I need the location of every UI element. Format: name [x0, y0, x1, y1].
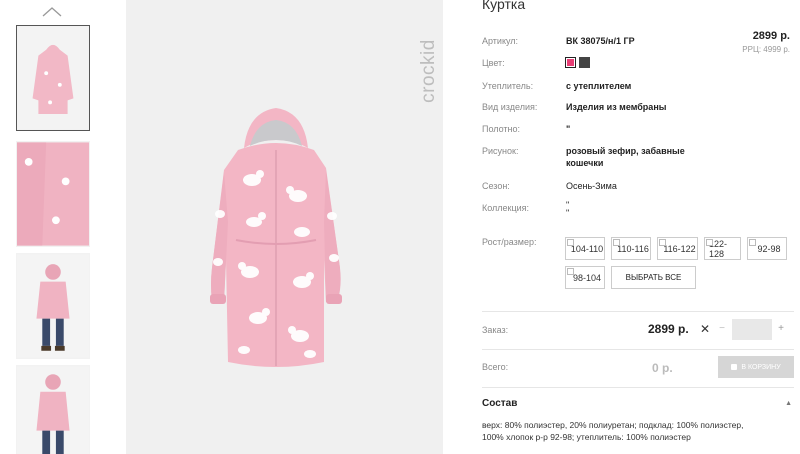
type-label: Вид изделия:	[482, 102, 538, 112]
color-label: Цвет:	[482, 58, 505, 68]
pattern-label: Рисунок:	[482, 146, 519, 156]
pattern-value-line-1: розовый зефир, забавные	[566, 146, 685, 156]
pattern-value-line-2: кошечки	[566, 158, 604, 168]
total-value: 0 р.	[652, 361, 673, 375]
composition-title[interactable]: Состав	[482, 398, 517, 409]
thumbnail-model-front[interactable]	[16, 253, 90, 359]
thumbnail-front[interactable]	[16, 25, 90, 131]
thumbnail-model-back[interactable]	[16, 365, 90, 454]
size-option-110-116[interactable]: 110-116	[611, 237, 651, 260]
season-label: Сезон:	[482, 181, 510, 191]
add-to-cart-label: В КОРЗИНУ	[741, 363, 781, 371]
jacket-front-thumbnail-image	[17, 26, 89, 130]
composition-line-2: 100% хлопок р-р 92-98; утеплитель: 100% …	[482, 432, 691, 442]
brand-logo: crockid	[418, 39, 439, 103]
jacket-detail-thumbnail-image	[17, 142, 89, 246]
size-option-104-110[interactable]: 104-110	[565, 237, 605, 260]
divider	[482, 387, 794, 388]
order-label: Заказ:	[482, 325, 509, 335]
product-page: crockid Куртка Артикул: ВК 38075/н/1 ГР …	[0, 0, 800, 454]
season-value: Осень-Зима	[566, 181, 617, 191]
size-option-122-128[interactable]: 122-128	[704, 237, 741, 260]
quantity-decrease-button[interactable]: −	[717, 323, 727, 334]
add-to-cart-button[interactable]: В КОРЗИНУ	[718, 356, 794, 378]
order-price: 2899 р.	[648, 322, 689, 336]
fabric-label: Полотно:	[482, 124, 521, 134]
quantity-increase-button[interactable]: +	[776, 323, 786, 334]
product-price: 2899 р.	[752, 30, 790, 42]
model-front-thumbnail-image	[17, 254, 89, 358]
rrc-price: РРЦ: 4999 р.	[742, 45, 790, 54]
pink-jacket-image	[126, 0, 443, 454]
size-option-92-98[interactable]: 92-98	[747, 237, 787, 260]
times-icon: ✕	[700, 322, 711, 336]
collapse-arrow-icon[interactable]: ▲	[785, 400, 792, 407]
article-value: ВК 38075/н/1 ГР	[566, 36, 635, 46]
insulation-value: с утеплителем	[566, 81, 632, 91]
article-label: Артикул:	[482, 36, 519, 46]
quantity-input[interactable]	[732, 319, 772, 340]
type-value: Изделия из мембраны	[566, 102, 667, 112]
size-label: Рост/размер:	[482, 237, 537, 247]
thumbnail-strip	[14, 0, 92, 454]
composition-text: верх: 80% полиэстер, 20% полиуретан; под…	[482, 419, 794, 443]
size-option-98-104[interactable]: 98-104	[565, 266, 605, 289]
collection-value-line-2: "	[566, 208, 570, 218]
collection-label: Коллекция:	[482, 203, 530, 213]
product-info-panel: Куртка Артикул: ВК 38075/н/1 ГР 2899 р. …	[482, 0, 794, 454]
model-back-thumbnail-image	[17, 366, 89, 454]
insulation-label: Утеплитель:	[482, 81, 534, 91]
divider	[482, 349, 794, 350]
size-option-116-122[interactable]: 116-122	[657, 237, 698, 260]
cart-icon	[731, 364, 738, 370]
color-swatch-dark[interactable]	[579, 57, 590, 68]
fabric-value: "	[566, 124, 571, 134]
thumbnail-detail[interactable]	[16, 141, 90, 247]
divider	[482, 311, 794, 312]
color-swatch-pink[interactable]	[565, 57, 576, 68]
main-product-photo[interactable]	[126, 0, 443, 454]
total-label: Всего:	[482, 362, 509, 372]
page-title: Куртка	[482, 0, 526, 12]
select-all-sizes-button[interactable]: ВЫБРАТЬ ВСЕ	[611, 266, 696, 289]
composition-line-1: верх: 80% полиэстер, 20% полиуретан; под…	[482, 420, 744, 430]
chevron-up-icon[interactable]	[41, 6, 63, 18]
